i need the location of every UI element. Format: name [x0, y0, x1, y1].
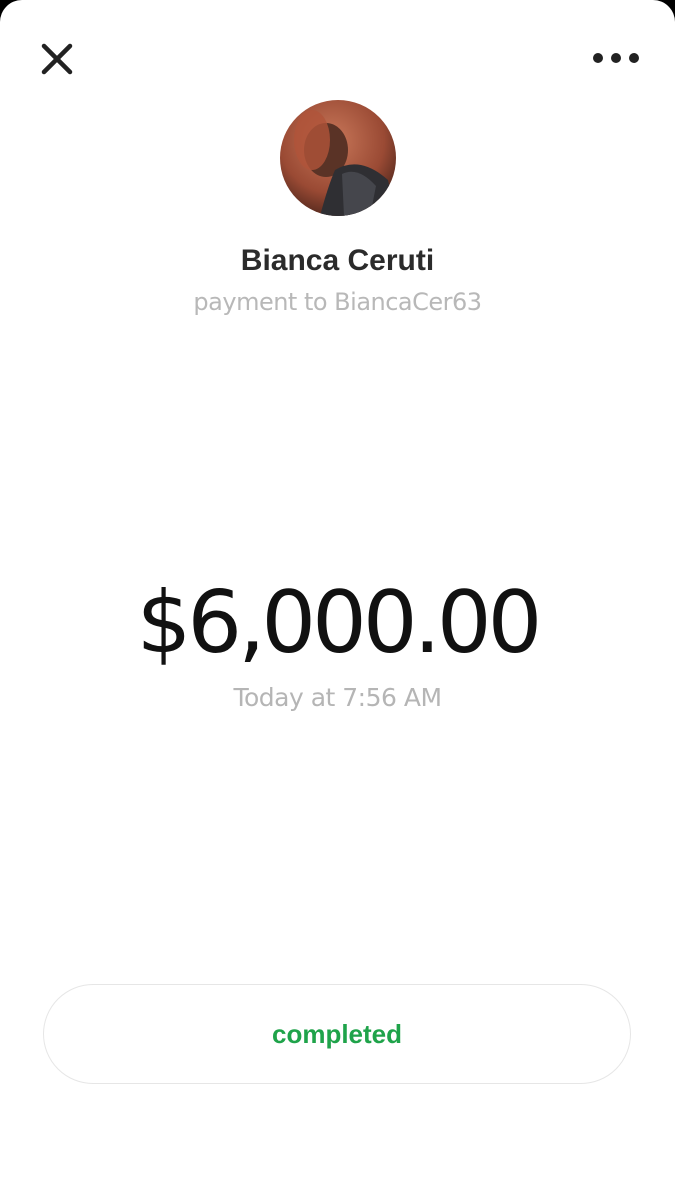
close-button[interactable]	[34, 36, 80, 82]
status-label: completed	[271, 1018, 403, 1049]
status-badge[interactable]: completed	[43, 984, 631, 1084]
payment-timestamp: Today at 7:56 AM	[233, 683, 442, 712]
recipient-subtitle: payment to BiancaCer63	[193, 288, 482, 316]
more-options-button[interactable]	[590, 42, 644, 74]
recipient-name: Bianca Ceruti	[240, 244, 435, 277]
more-horizontal-icon	[593, 53, 639, 63]
avatar	[280, 100, 396, 216]
close-icon	[41, 43, 73, 75]
payment-detail-screen: Bianca Ceruti payment to BiancaCer63 $6,…	[0, 0, 675, 1200]
payment-amount: $6,000.00	[136, 573, 543, 673]
